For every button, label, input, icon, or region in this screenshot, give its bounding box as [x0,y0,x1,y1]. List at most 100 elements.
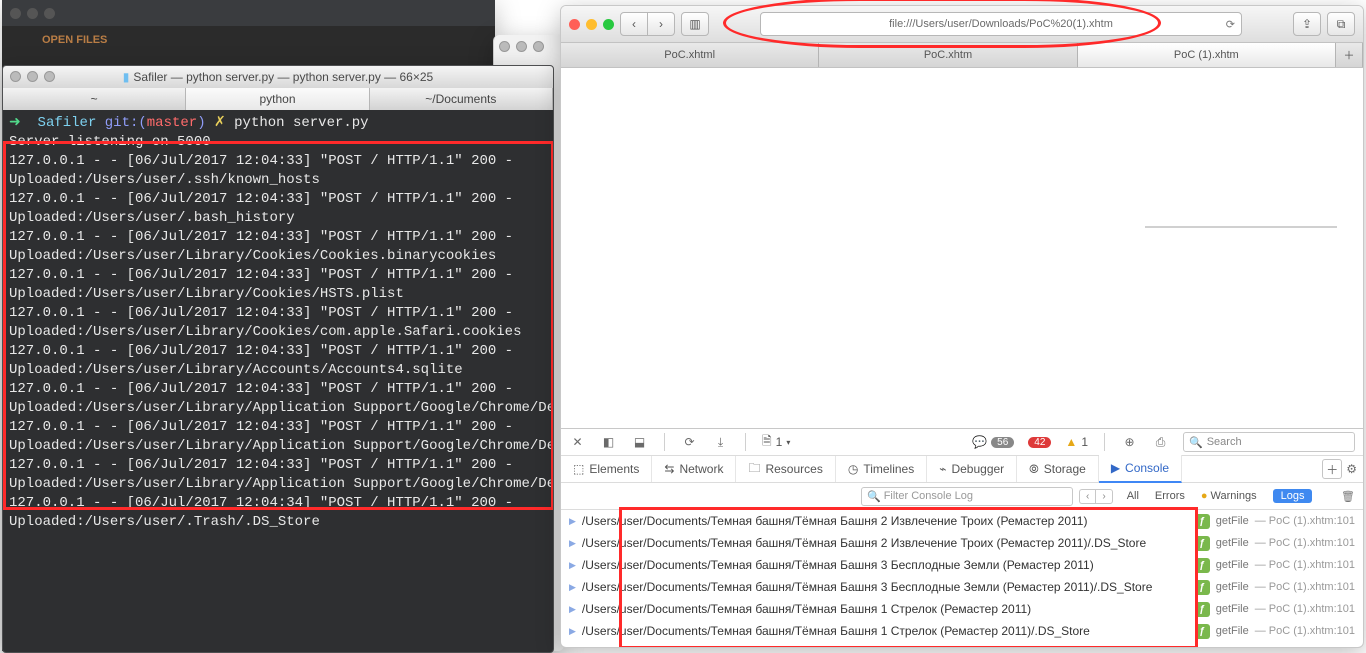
inspect-icon[interactable]: ⊕ [1121,434,1138,451]
function-badge: ƒ [1195,580,1210,595]
source-link[interactable]: — PoC (1).xhtm:101 [1255,515,1355,527]
editor-titlebar[interactable] [2,0,495,26]
new-tab-button[interactable]: ＋ [1336,43,1363,67]
sidebar-icon: ▥ [689,17,700,31]
console-message: /Users/user/Documents/Темная башня/Тёмна… [582,536,1189,550]
devtools-tabs: ⬚Elements ⇆Network 🗀Resources ◷Timelines… [561,456,1363,483]
source-link[interactable]: — PoC (1).xhtm:101 [1255,625,1355,637]
print-icon[interactable]: ⎙ [1152,434,1169,451]
terminal-window: ▮ Safiler — python server.py — python se… [2,65,554,653]
forward-button[interactable]: › [648,12,675,36]
next-button[interactable]: › [1095,489,1112,504]
tab-storage[interactable]: ⦾Storage [1017,456,1099,482]
console-row[interactable]: ▶/Users/user/Documents/Темная башня/Тёмн… [561,576,1363,598]
plus-icon: ＋ [1343,47,1354,63]
function-badge: ƒ [1195,536,1210,551]
console-rows: ▶ /Users/user/Documents/Темная башня/Тёмн… [561,510,1363,642]
terminal-titlebar[interactable]: ▮ Safiler — python server.py — python se… [3,66,553,88]
tabs-button[interactable]: ⧉ [1327,12,1355,36]
safari-tabs: PoC.xhtml PoC.xhtm PoC (1).xhtm ＋ [561,43,1363,68]
console-row[interactable]: ▶ /Users/user/Documents/Темная башня/Тёмн… [561,598,1363,620]
download-icon[interactable]: ⤓ [712,434,729,451]
terminal-tab[interactable]: ~/Documents [370,88,553,110]
devtools-toolbar: ✕ ◧ ⬓ ⟳ ⤓ 🗎1 ▾ 💬56 42 ▲1 ⊕ ⎙ 🔍Search [561,429,1363,456]
filter-warnings[interactable]: ●Warnings [1201,490,1257,502]
dock-side-icon[interactable]: ◧ [600,434,617,451]
filter-logs[interactable]: Logs [1273,489,1313,503]
trash-icon[interactable]: 🗑 [1341,490,1355,503]
terminal-body[interactable]: ➜ Safiler git:(master) ✗ python server.p… [3,110,553,536]
terminal-tab[interactable]: python [186,88,369,110]
storage-icon: ⦾ [1029,462,1039,477]
terminal-output: Server listening on 5000 127.0.0.1 - - [… [9,134,553,530]
reload-icon[interactable]: ⟳ [1226,18,1235,31]
source-link[interactable]: — PoC (1).xhtm:101 [1255,559,1355,571]
log-bullet-icon: ▶ [569,538,576,549]
dock-bottom-icon[interactable]: ⬓ [631,434,648,451]
console-row[interactable]: ▶/Users/user/Documents/Темная башня/Тёмн… [561,554,1363,576]
tab-debugger[interactable]: ⌁Debugger [927,456,1017,482]
terminal-traffic-lights[interactable] [10,71,55,82]
sidebar-button[interactable]: ▥ [681,12,709,36]
tab-timelines[interactable]: ◷Timelines [836,456,927,482]
network-icon: ⇆ [664,462,674,476]
log-count[interactable]: 💬56 [972,435,1014,449]
chat-icon: 💬 [972,435,987,449]
tab-resources[interactable]: 🗀Resources [736,456,835,482]
clock-icon: ◷ [848,462,858,476]
back-button[interactable]: ‹ [620,12,648,36]
source-link[interactable]: — PoC (1).xhtm:101 [1255,537,1355,549]
safari-toolbar: ‹ › ▥ file:///Users/user/Downloads/PoC%2… [561,6,1363,43]
console-row[interactable]: ▶/Users/user/Documents/Темная башня/Тёмн… [561,620,1363,642]
prev-button[interactable]: ‹ [1079,489,1095,504]
search-icon: 🔍 [1189,436,1203,449]
search-icon: 🔍 [867,490,881,503]
tab-elements[interactable]: ⬚Elements [561,456,652,482]
terminal-tabs: ~ python ~/Documents [3,88,553,110]
function-name: getFile [1216,559,1249,571]
document-icon: 🗎 [762,432,772,453]
open-files-label: OPEN FILES [2,26,495,54]
close-icon[interactable]: ✕ [569,434,586,451]
editor-traffic-lights[interactable] [10,8,55,19]
folder-icon: 🗀 [748,459,760,480]
devtools-search[interactable]: 🔍Search [1183,432,1355,452]
error-count[interactable]: 42 [1028,437,1051,448]
gear-icon[interactable]: ⚙ [1346,462,1357,476]
filter-nav: ‹› [1079,489,1113,504]
tab-network[interactable]: ⇆Network [652,456,736,482]
console-message: /Users/user/Documents/Темная башня/Тёмна… [582,558,1189,572]
function-badge: ƒ [1195,514,1210,529]
warning-count[interactable]: ▲1 [1065,435,1088,449]
console-filter-bar: 🔍Filter Console Log ‹› All Errors ●Warni… [561,483,1363,510]
log-bullet-icon: ▶ [569,604,576,615]
terminal-tab[interactable]: ~ [3,88,186,110]
console-row[interactable]: ▶/Users/user/Documents/Темная башня/Тёмн… [561,510,1363,532]
console-row[interactable]: ▶ /Users/user/Documents/Темная башня/Тёмн… [561,532,1363,554]
safari-tab[interactable]: PoC (1).xhtm [1078,43,1336,67]
filter-all[interactable]: All [1127,490,1139,502]
filter-input[interactable]: 🔍Filter Console Log [861,487,1073,506]
share-button[interactable]: ⇪ [1293,12,1321,36]
reload-icon[interactable]: ⟳ [681,434,698,451]
log-bullet-icon: ▶ [569,582,576,593]
function-name: getFile [1216,537,1249,549]
function-name: getFile [1216,515,1249,527]
safari-tab[interactable]: PoC.xhtml [561,43,819,67]
safari-traffic-lights[interactable] [569,19,614,30]
add-tab-button[interactable]: ＋ [1322,459,1342,479]
tab-console[interactable]: ▶Console [1099,455,1182,483]
tabs-icon: ⧉ [1337,17,1346,32]
source-link[interactable]: — PoC (1).xhtm:101 [1255,603,1355,615]
source-link[interactable]: — PoC (1).xhtm:101 [1255,581,1355,593]
function-badge: ƒ [1195,558,1210,573]
terminal-title: Safiler — python server.py — python serv… [133,70,433,84]
background-traffic-lights[interactable] [494,35,564,58]
console-message: /Users/user/Documents/Темная башня/Тёмна… [582,602,1189,616]
filter-errors[interactable]: Errors [1155,490,1185,502]
safari-window: ‹ › ▥ file:///Users/user/Downloads/PoC%2… [560,5,1364,648]
doc-count[interactable]: 🗎1 ▾ [762,432,790,453]
address-bar[interactable]: file:///Users/user/Downloads/PoC%20(1).x… [760,12,1242,36]
content-divider [1145,226,1337,228]
safari-tab[interactable]: PoC.xhtm [819,43,1077,67]
